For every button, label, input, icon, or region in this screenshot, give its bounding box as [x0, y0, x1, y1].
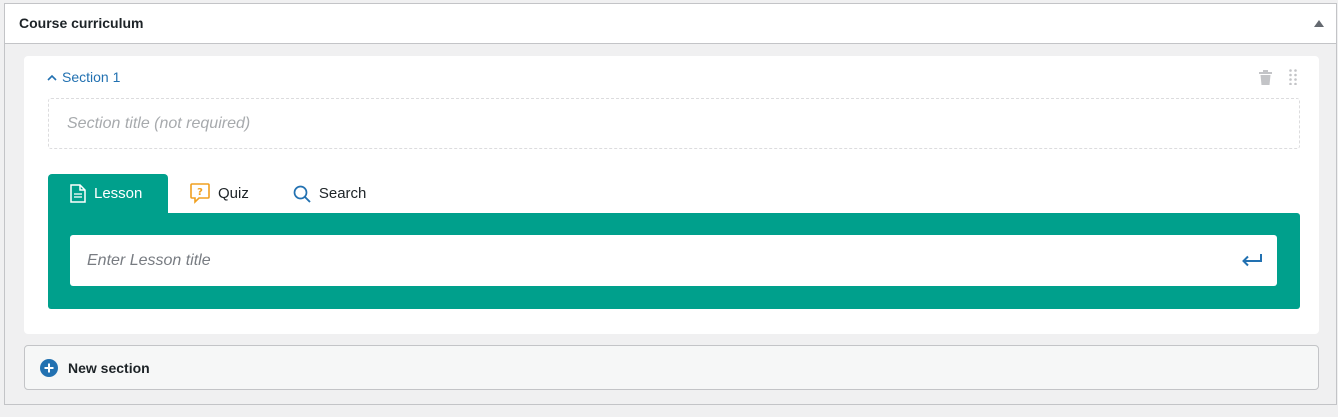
panel-header: Course curriculum — [5, 4, 1336, 44]
chevron-up-icon — [47, 74, 57, 81]
drag-handle-icon[interactable] — [1289, 69, 1297, 85]
panel-title: Course curriculum — [19, 15, 144, 31]
item-type-tabs: Lesson ? Quiz Search — [48, 174, 388, 213]
collapse-arrow-icon[interactable] — [1314, 20, 1324, 27]
new-section-button[interactable]: New section — [24, 345, 1319, 390]
course-curriculum-panel: Course curriculum Section 1 Section titl… — [4, 3, 1337, 405]
lesson-title-input[interactable] — [70, 235, 1277, 286]
trash-icon[interactable] — [1259, 70, 1272, 85]
plus-circle-icon — [40, 358, 58, 377]
tab-lesson[interactable]: Lesson — [48, 174, 168, 213]
tab-quiz-label: Quiz — [218, 185, 249, 202]
section-card: Section 1 Lesson — [24, 56, 1319, 334]
lesson-input-wrap — [70, 235, 1277, 286]
tab-search-label: Search — [318, 185, 367, 202]
svg-text:?: ? — [197, 187, 203, 198]
section-toggle-label: Section 1 — [62, 69, 121, 85]
tab-search[interactable]: Search — [271, 174, 389, 213]
lesson-tab-panel — [48, 213, 1300, 309]
tab-quiz[interactable]: ? Quiz — [168, 174, 271, 213]
new-section-label: New section — [68, 359, 150, 376]
enter-icon[interactable] — [1241, 253, 1263, 267]
quiz-icon: ? — [190, 183, 210, 204]
section-toggle[interactable]: Section 1 — [47, 69, 120, 85]
document-icon — [70, 184, 86, 203]
tab-lesson-label: Lesson — [94, 185, 143, 202]
section-title-input[interactable] — [48, 98, 1300, 149]
search-icon — [293, 185, 311, 203]
